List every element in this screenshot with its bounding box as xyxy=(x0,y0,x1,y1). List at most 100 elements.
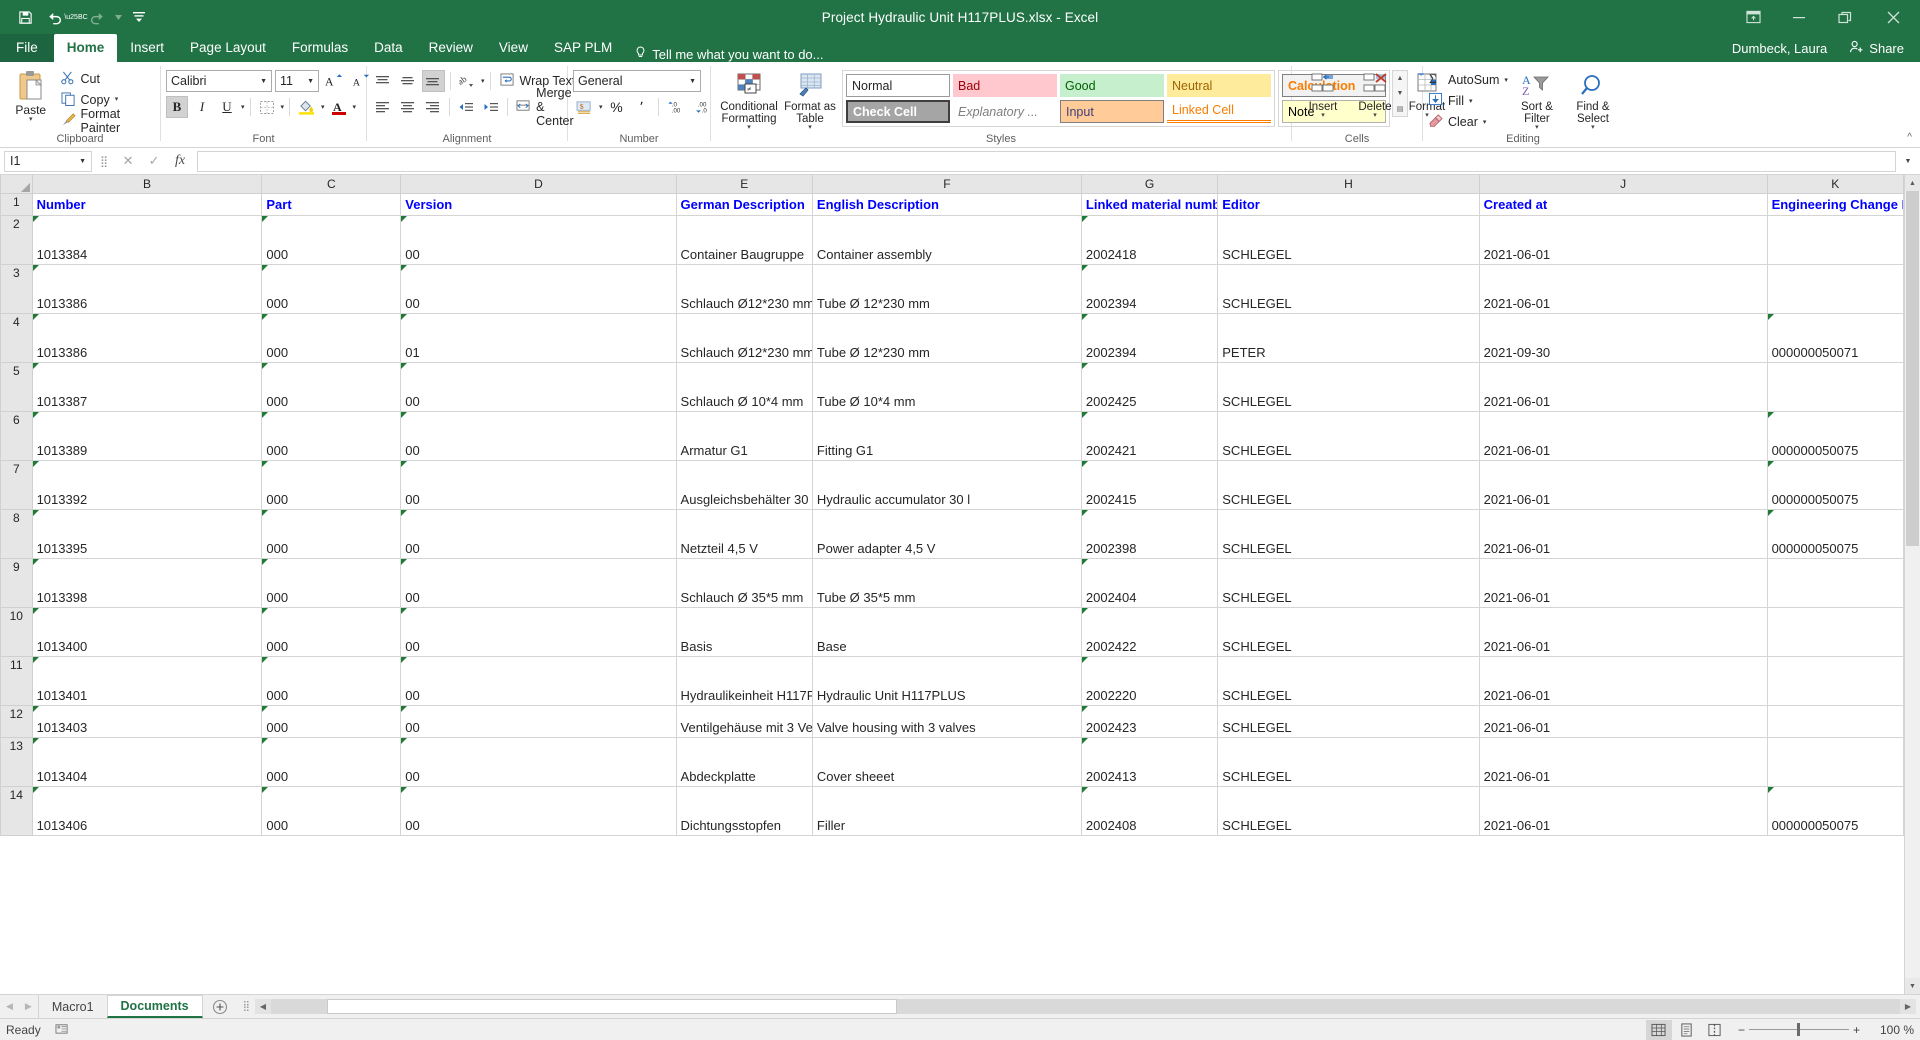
italic-button[interactable]: I xyxy=(191,96,213,118)
paste-button[interactable]: Paste ▾ xyxy=(5,66,57,123)
data-cell[interactable]: 2002421 xyxy=(1081,411,1219,461)
data-cell[interactable]: 000 xyxy=(261,737,402,787)
increase-font-size-button[interactable]: A xyxy=(322,70,346,92)
chevron-down-icon[interactable]: ▼ xyxy=(301,78,314,85)
underline-dropdown-icon[interactable]: ▾ xyxy=(241,103,245,111)
tab-data[interactable]: Data xyxy=(361,34,416,62)
tab-file[interactable]: File xyxy=(0,34,54,62)
font-size-input[interactable]: 11 ▼ xyxy=(275,70,319,92)
data-cell[interactable]: Tube Ø 12*230 mm xyxy=(812,313,1082,363)
data-cell[interactable]: 00 xyxy=(400,656,677,706)
sheet-next-icon[interactable]: ▶ xyxy=(25,1001,32,1012)
cell-style-linked-cell[interactable]: Linked Cell xyxy=(1167,100,1271,123)
header-cell[interactable]: Part xyxy=(261,193,402,216)
data-cell[interactable]: 000000050075 xyxy=(1767,509,1905,559)
data-cell[interactable]: Tube Ø 10*4 mm xyxy=(812,362,1082,412)
data-cell[interactable]: Tube Ø 12*230 mm xyxy=(812,264,1082,314)
column-header-f[interactable]: F xyxy=(811,175,1082,194)
borders-dropdown-icon[interactable]: ▾ xyxy=(281,103,285,111)
zoom-out-button[interactable]: − xyxy=(1738,1023,1745,1037)
customize-qat-icon[interactable] xyxy=(124,4,154,30)
sort-filter-button[interactable]: A Z Sort & Filter ▾ xyxy=(1510,70,1564,131)
data-cell[interactable]: 1013386 xyxy=(32,264,263,314)
row-header-12[interactable]: 12 xyxy=(0,704,33,738)
data-cell[interactable]: 1013387 xyxy=(32,362,263,412)
increase-indent-button[interactable] xyxy=(480,96,502,118)
data-cell[interactable]: 1013392 xyxy=(32,460,263,510)
font-name-input[interactable]: Calibri ▼ xyxy=(166,70,272,92)
data-cell[interactable]: Container assembly xyxy=(812,215,1082,265)
data-cell[interactable]: 000 xyxy=(261,558,402,608)
data-cell[interactable]: 000000050071 xyxy=(1767,313,1905,363)
hscroll-right-icon[interactable]: ▶ xyxy=(1900,999,1916,1014)
cell-style-input[interactable]: Input xyxy=(1060,100,1164,123)
format-painter-button[interactable]: Format Painter xyxy=(61,107,155,135)
data-cell[interactable]: 2002408 xyxy=(1081,786,1219,836)
data-cell[interactable]: 2021-09-30 xyxy=(1479,313,1768,363)
data-cell[interactable]: 00 xyxy=(400,786,677,836)
accounting-format-button[interactable]: $ xyxy=(573,96,596,118)
zoom-level[interactable]: 100 % xyxy=(1870,1023,1914,1037)
minimize-icon[interactable] xyxy=(1776,0,1822,34)
data-cell[interactable]: 2021-06-01 xyxy=(1479,656,1768,706)
data-cell[interactable]: Fitting G1 xyxy=(812,411,1082,461)
header-cell[interactable]: English Description xyxy=(812,193,1082,216)
column-header-h[interactable]: H xyxy=(1217,175,1480,194)
font-color-button[interactable]: A xyxy=(328,96,350,118)
tab-page-layout[interactable]: Page Layout xyxy=(177,34,279,62)
data-cell[interactable]: Schlauch Ø 10*4 mm xyxy=(676,362,813,412)
zoom-thumb[interactable] xyxy=(1796,1023,1800,1036)
data-cell[interactable]: Netzteil 4,5 V xyxy=(676,509,813,559)
cell-style-check-cell[interactable]: Check Cell xyxy=(846,100,950,123)
data-cell[interactable]: SCHLEGEL xyxy=(1217,705,1480,738)
data-cell[interactable]: 1013386 xyxy=(32,313,263,363)
data-cell[interactable] xyxy=(1767,362,1905,412)
expand-formula-bar-icon[interactable]: ▼ xyxy=(1900,158,1916,165)
data-cell[interactable]: 00 xyxy=(400,737,677,787)
header-cell[interactable]: Created at xyxy=(1479,193,1768,216)
data-cell[interactable]: 2021-06-01 xyxy=(1479,737,1768,787)
chevron-down-icon[interactable]: ▼ xyxy=(683,78,696,85)
name-box[interactable]: I1 ▼ xyxy=(4,150,92,172)
align-top-button[interactable] xyxy=(372,70,394,92)
header-cell[interactable]: Linked material number xyxy=(1081,193,1219,216)
percent-style-button[interactable]: % xyxy=(606,96,628,118)
data-cell[interactable]: 000000050075 xyxy=(1767,460,1905,510)
column-header-j[interactable]: J xyxy=(1478,175,1768,194)
number-format-select[interactable]: General ▼ xyxy=(573,70,701,92)
row-header-1[interactable]: 1 xyxy=(0,192,33,216)
horizontal-scroll-thumb[interactable] xyxy=(326,999,897,1014)
data-cell[interactable]: 000 xyxy=(261,656,402,706)
comma-style-button[interactable]: ٬ xyxy=(631,96,653,118)
row-header-5[interactable]: 5 xyxy=(0,361,33,412)
data-cell[interactable]: Valve housing with 3 valves xyxy=(812,705,1082,738)
fill-dropdown-icon[interactable]: ▾ xyxy=(1469,97,1473,105)
vertical-scrollbar[interactable]: ▲ ▼ xyxy=(1904,175,1920,994)
data-cell[interactable]: Power adapter 4,5 V xyxy=(812,509,1082,559)
data-cell[interactable]: 1013401 xyxy=(32,656,263,706)
data-cell[interactable]: 000 xyxy=(261,509,402,559)
data-cell[interactable]: Dichtungsstopfen xyxy=(676,786,813,836)
accessibility-icon[interactable] xyxy=(55,1022,69,1038)
font-color-dropdown-icon[interactable]: ▾ xyxy=(353,103,357,111)
data-cell[interactable]: 000 xyxy=(261,607,402,657)
formula-bar-grip[interactable]: ⣿ xyxy=(96,155,111,168)
data-cell[interactable]: 00 xyxy=(400,362,677,412)
zoom-slider[interactable]: − + xyxy=(1730,1023,1868,1037)
data-cell[interactable]: Ausgleichsbehälter 30 l xyxy=(676,460,813,510)
scroll-up-icon[interactable]: ▲ xyxy=(1905,175,1920,191)
add-sheet-icon[interactable] xyxy=(203,995,237,1018)
conditional-formatting-dropdown-icon[interactable]: ▾ xyxy=(747,124,751,131)
data-cell[interactable]: 00 xyxy=(400,509,677,559)
data-cell[interactable]: 1013395 xyxy=(32,509,263,559)
data-cell[interactable] xyxy=(1767,607,1905,657)
chevron-down-icon[interactable]: ▼ xyxy=(254,78,267,85)
autosum-button[interactable]: Σ AutoSum ▾ xyxy=(1428,70,1508,89)
tab-sap-plm[interactable]: SAP PLM xyxy=(541,34,625,62)
data-cell[interactable]: 000 xyxy=(261,411,402,461)
underline-button[interactable]: U xyxy=(216,96,238,118)
data-cell[interactable]: Schlauch Ø12*230 mm xyxy=(676,264,813,314)
page-break-view-button[interactable] xyxy=(1702,1020,1728,1040)
row-header-11[interactable]: 11 xyxy=(0,655,33,706)
copy-dropdown-icon[interactable]: ▾ xyxy=(115,96,119,103)
